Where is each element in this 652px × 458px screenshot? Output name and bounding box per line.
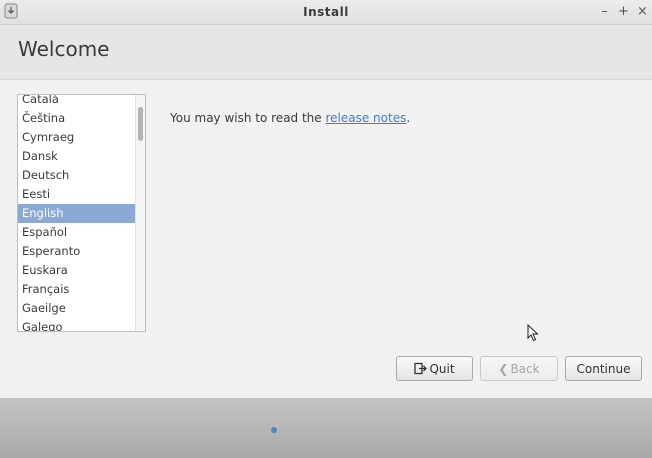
progress-dot (322, 427, 328, 433)
language-item[interactable]: Euskara (18, 261, 135, 280)
quit-button-label: Quit (429, 361, 455, 376)
progress-dot (356, 427, 362, 433)
message-suffix: . (406, 111, 411, 125)
language-item[interactable]: Eesti (18, 185, 135, 204)
page-header: Welcome (0, 25, 652, 80)
language-list-items: Català Čeština Cymraeg Dansk Deutsch Eesti Eng… (18, 95, 135, 331)
main-content: Català Čeština Cymraeg Dansk Deutsch Eesti Eng… (0, 80, 652, 398)
installer-window: Install – + × Welcome Català Čeština Cymra… (0, 0, 652, 458)
language-item[interactable]: English (18, 204, 135, 223)
language-item[interactable]: Esperanto (18, 242, 135, 261)
window-controls: – + × (599, 0, 648, 24)
language-item[interactable]: Čeština (18, 109, 135, 128)
progress-dot (288, 427, 294, 433)
language-item[interactable]: Dansk (18, 147, 135, 166)
window-title: Install (303, 5, 349, 19)
language-item[interactable]: Galego (18, 318, 135, 331)
page-title: Welcome (18, 37, 110, 61)
back-button[interactable]: ❮ Back (480, 356, 558, 381)
progress-dot (271, 427, 277, 433)
release-notes-link[interactable]: release notes (325, 111, 406, 125)
language-list-scrollbar[interactable] (135, 95, 145, 331)
installer-footer (0, 398, 652, 458)
close-icon[interactable]: × (637, 0, 648, 24)
scrollbar-thumb[interactable] (138, 107, 143, 141)
title-bar[interactable]: Install – + × (0, 0, 652, 25)
mouse-cursor-icon (527, 324, 539, 342)
progress-dot (339, 427, 345, 433)
language-item[interactable]: Català (18, 95, 135, 109)
language-item[interactable]: Gaeilge (18, 299, 135, 318)
language-item[interactable]: Español (18, 223, 135, 242)
continue-button[interactable]: Continue (565, 356, 642, 381)
step-progress-indicator (271, 427, 379, 433)
quit-button[interactable]: Quit (396, 356, 473, 381)
message-text: You may wish to read the (170, 111, 326, 125)
back-button-label: Back (510, 361, 540, 376)
language-item[interactable]: Deutsch (18, 166, 135, 185)
release-notes-message: You may wish to read the release notes. (170, 111, 410, 125)
chevron-left-icon: ❮ (498, 361, 509, 376)
quit-icon (414, 362, 428, 375)
maximize-icon[interactable]: + (618, 0, 629, 24)
language-item[interactable]: Cymraeg (18, 128, 135, 147)
minimize-icon[interactable]: – (599, 0, 610, 24)
progress-dot (373, 427, 379, 433)
language-list[interactable]: Català Čeština Cymraeg Dansk Deutsch Eesti Eng… (17, 94, 146, 332)
continue-button-label: Continue (576, 361, 631, 376)
language-item[interactable]: Français (18, 280, 135, 299)
progress-dot (305, 427, 311, 433)
